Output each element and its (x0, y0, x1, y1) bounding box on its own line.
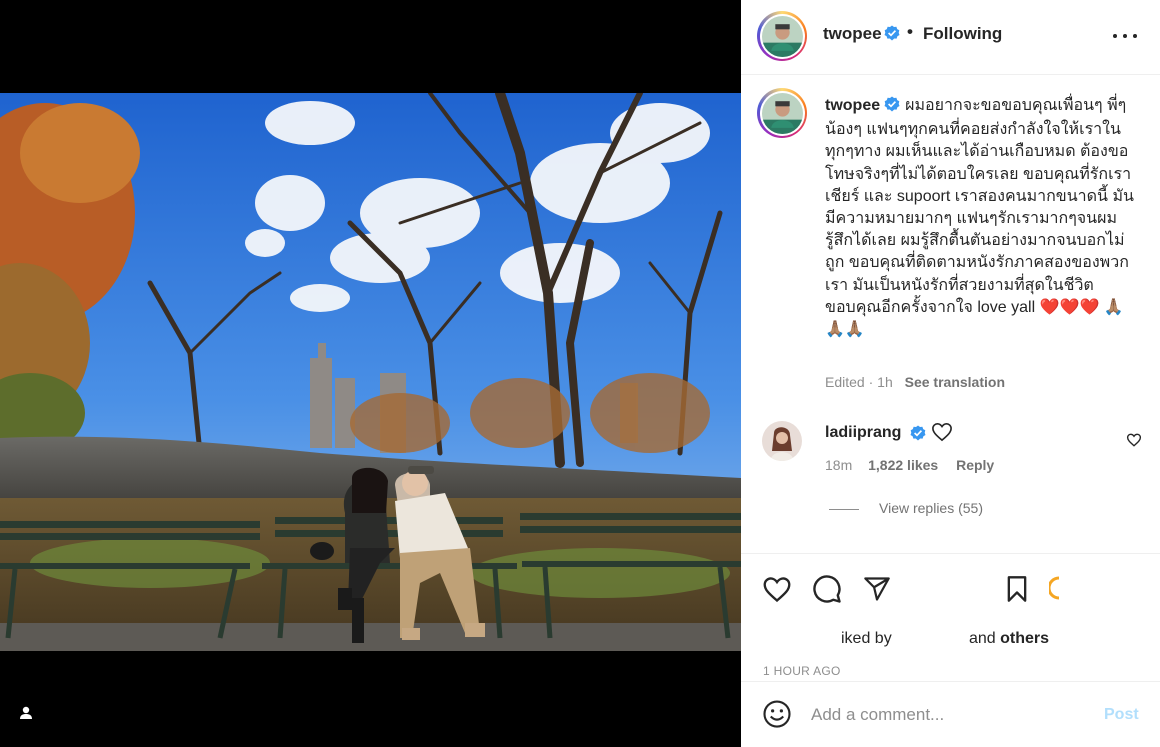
white-heart-icon (931, 422, 953, 447)
post-comment-button[interactable]: Post (1104, 706, 1139, 724)
comment-meta: 18m 1,822 likes Reply (825, 457, 994, 473)
bookmark-icon[interactable] (1002, 574, 1032, 604)
add-comment-bar: Post (741, 681, 1160, 747)
more-options-icon[interactable] (1113, 26, 1137, 46)
caption-username[interactable]: twopee (825, 97, 880, 114)
header-username[interactable]: twopee (823, 24, 882, 44)
reply-button[interactable]: Reply (956, 457, 994, 473)
verified-badge-icon (910, 425, 926, 446)
others-link[interactable]: others (1000, 630, 1049, 647)
heart-icon[interactable] (762, 574, 792, 604)
share-icon[interactable] (862, 574, 892, 604)
see-translation-button[interactable]: See translation (905, 374, 1005, 390)
emoji-icon[interactable] (762, 699, 792, 734)
caption-meta: Edited · 1h See translation (825, 374, 1005, 390)
post-info-pane: twopee • Following twopeeผมอยากจะขอขอบค (741, 0, 1160, 747)
edited-label: Edited (825, 374, 865, 390)
comment-like-icon[interactable] (1126, 433, 1142, 452)
liked-by-text: iked by (841, 630, 892, 647)
verified-badge-icon (884, 96, 900, 119)
following-button[interactable]: Following (923, 24, 1002, 44)
replies-divider (829, 509, 859, 510)
post-header: twopee • Following (741, 0, 1160, 75)
post-media-pane (0, 0, 741, 747)
header-avatar[interactable] (757, 11, 807, 61)
and-label: and (969, 630, 996, 647)
comment-username[interactable]: ladiiprang (825, 424, 901, 442)
header-separator-dot: • (907, 22, 913, 41)
post-caption: twopee ผมอยากจะขอขอบคุณเพื่อนๆ พี่ๆ น้องๆ… (825, 95, 1143, 341)
caption-avatar[interactable] (757, 88, 807, 138)
verified-badge-icon (884, 25, 900, 46)
loading-spinner-icon (1047, 576, 1061, 605)
comment-likes[interactable]: 1,822 likes (868, 457, 938, 473)
comment-avatar[interactable] (762, 421, 802, 461)
comment-input[interactable] (811, 700, 1091, 730)
view-replies-button[interactable]: View replies (55) (879, 500, 983, 516)
and-others-text[interactable]: and others (969, 630, 1049, 648)
post-photo[interactable] (0, 93, 741, 651)
comments-area[interactable]: twopee ผมอยากจะขอขอบคุณเพื่อนๆ พี่ๆ น้องๆ… (741, 75, 1160, 553)
post-timestamp[interactable]: 1 HOUR AGO (763, 664, 841, 678)
caption-text: ผมอยากจะขอขอบคุณเพื่อนๆ พี่ๆ น้องๆ แฟนๆท… (825, 97, 1134, 316)
comment-icon[interactable] (812, 574, 842, 604)
caption-age[interactable]: 1h (877, 374, 893, 390)
post-actions: iked by and others 1 HOUR AGO (741, 553, 1160, 683)
comment-age[interactable]: 18m (825, 457, 852, 473)
user-tag-icon[interactable] (14, 701, 38, 725)
